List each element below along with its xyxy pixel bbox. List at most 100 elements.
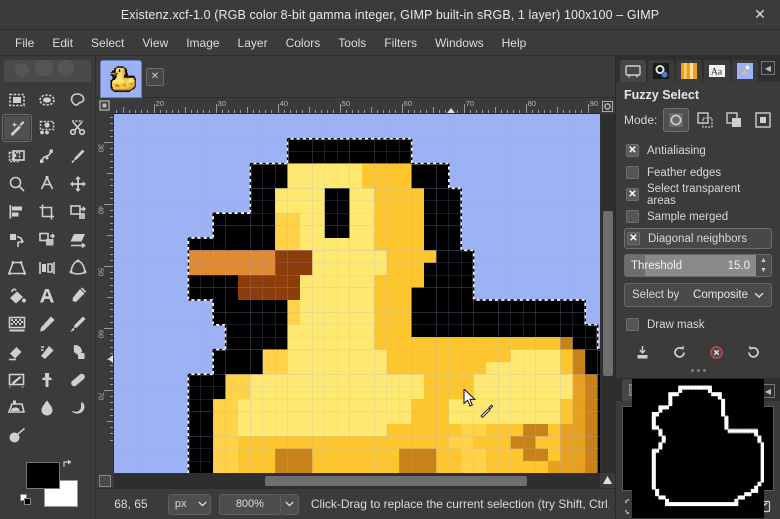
threshold-increment-icon[interactable]: ▲	[756, 255, 771, 266]
threshold-slider[interactable]: Threshold 15.0	[625, 255, 756, 276]
option-row-diagonal-neighbors[interactable]: ✕Diagonal neighbors	[624, 228, 772, 249]
option-row-antialiasing[interactable]: ✕Antialiasing	[624, 140, 772, 161]
paths-tool[interactable]	[32, 142, 62, 170]
checkbox-antialiasing[interactable]: ✕	[626, 144, 639, 157]
window-close-button[interactable]: ✕	[750, 5, 770, 25]
ruler-origin-button[interactable]	[96, 98, 114, 114]
gradients-tab[interactable]	[676, 60, 702, 82]
horizontal-scrollbar[interactable]	[114, 473, 600, 488]
menu-colors[interactable]: Colors	[277, 32, 330, 54]
mode-replace[interactable]	[663, 108, 689, 132]
mode-add[interactable]	[692, 108, 718, 132]
fuzzy-select-tool[interactable]	[2, 114, 32, 142]
flip-tool[interactable]	[32, 254, 62, 282]
select-by-color-tool[interactable]	[32, 114, 62, 142]
menu-layer[interactable]: Layer	[229, 32, 277, 54]
reset-tool-options-button[interactable]	[743, 341, 765, 363]
swap-colors-icon[interactable]	[62, 458, 74, 470]
perspective-clone-tool[interactable]	[2, 394, 32, 422]
menu-image[interactable]: Image	[177, 32, 228, 54]
checkbox-feather-edges[interactable]	[626, 166, 639, 179]
mode-subtract[interactable]	[721, 108, 747, 132]
threshold-stepper[interactable]: ▲ ▼	[756, 255, 771, 276]
quick-mask-toggle[interactable]	[96, 473, 114, 488]
unit-selector[interactable]: px	[168, 494, 211, 515]
option-row-sample-merged[interactable]: Sample merged	[624, 206, 772, 227]
image-canvas[interactable]	[114, 114, 600, 473]
transform-tool[interactable]	[63, 198, 93, 226]
document-history-tab[interactable]	[732, 60, 758, 82]
checkbox-diagonal-neighbors[interactable]: ✕	[627, 232, 640, 245]
foreground-color-swatch[interactable]	[26, 462, 60, 489]
draw-mask-row[interactable]: Draw mask	[624, 314, 772, 335]
ink-tool[interactable]	[63, 338, 93, 366]
image-tab-close-button[interactable]: ✕	[146, 68, 164, 86]
perspective-tool[interactable]	[2, 254, 32, 282]
threshold-decrement-icon[interactable]: ▼	[756, 266, 771, 277]
mypaint-brush-tool[interactable]	[2, 366, 32, 394]
airbrush-tool[interactable]	[32, 338, 62, 366]
vertical-scrollbar[interactable]	[600, 114, 615, 473]
bucket-fill-tool[interactable]	[2, 282, 32, 310]
option-row-feather-edges[interactable]: Feather edges	[624, 162, 772, 183]
foreground-select-tool[interactable]	[2, 142, 32, 170]
dither-tool[interactable]	[2, 310, 32, 338]
dock-menu-button[interactable]: ◀	[761, 61, 775, 75]
threshold-spinner[interactable]: Threshold 15.0 ▲ ▼	[624, 254, 772, 277]
horizontal-ruler[interactable]: 2030405060708090	[114, 98, 600, 114]
checkbox-select-transparent-areas[interactable]: ✕	[626, 188, 639, 201]
shear-tool[interactable]	[63, 226, 93, 254]
restore-tool-preset-button[interactable]	[669, 341, 691, 363]
mode-intersect[interactable]	[750, 108, 776, 132]
zoom-tool[interactable]	[2, 170, 32, 198]
paintbrush-tool[interactable]	[63, 310, 93, 338]
zoom-selector[interactable]: 800%	[219, 494, 281, 515]
select-by-dropdown[interactable]: Select by Composite	[624, 283, 772, 307]
zoom-dropdown-button[interactable]	[281, 494, 299, 515]
align-tool[interactable]	[2, 198, 32, 226]
image-tab-duck[interactable]	[100, 60, 142, 98]
cage-transform-tool[interactable]	[63, 254, 93, 282]
zoom-image-button[interactable]	[600, 98, 615, 114]
rotate-tool[interactable]	[2, 226, 32, 254]
text-tool[interactable]	[32, 282, 62, 310]
panel-resize-handle[interactable]	[624, 365, 772, 374]
free-select-tool[interactable]	[63, 86, 93, 114]
smudge-tool[interactable]	[63, 394, 93, 422]
crop-tool[interactable]	[32, 198, 62, 226]
menu-view[interactable]: View	[133, 32, 177, 54]
menu-tools[interactable]: Tools	[329, 32, 375, 54]
option-row-select-transparent-areas[interactable]: ✕Select transparent areas	[624, 184, 772, 205]
checkbox-sample-merged[interactable]	[626, 210, 639, 223]
menu-file[interactable]: File	[6, 32, 43, 54]
measure-tool[interactable]	[32, 170, 62, 198]
delete-tool-preset-button[interactable]	[706, 341, 728, 363]
pencil-tool[interactable]	[32, 310, 62, 338]
scale-tool[interactable]	[32, 226, 62, 254]
move-tool[interactable]	[63, 170, 93, 198]
blur-sharpen-tool[interactable]	[32, 394, 62, 422]
tool-options-tab[interactable]	[620, 60, 646, 82]
save-tool-preset-button[interactable]	[632, 341, 654, 363]
zoom-control[interactable]: 800%	[219, 494, 299, 515]
device-status-tab[interactable]	[648, 60, 674, 82]
vertical-ruler[interactable]: 3040506070	[96, 114, 114, 473]
ellipse-select-tool[interactable]	[32, 86, 62, 114]
menu-windows[interactable]: Windows	[426, 32, 493, 54]
menu-filters[interactable]: Filters	[375, 32, 426, 54]
fonts-tab[interactable]: Aa	[704, 60, 730, 82]
rect-select-tool[interactable]	[2, 86, 32, 114]
menu-help[interactable]: Help	[493, 32, 536, 54]
draw-mask-checkbox[interactable]	[626, 318, 639, 331]
navigation-button[interactable]	[600, 473, 615, 488]
dodge-burn-tool[interactable]	[2, 422, 32, 450]
clone-tool[interactable]	[32, 366, 62, 394]
gradient-tool[interactable]	[63, 282, 93, 310]
menu-select[interactable]: Select	[82, 32, 133, 54]
horizontal-scrollbar-thumb[interactable]	[265, 476, 527, 486]
eraser-tool[interactable]	[2, 338, 32, 366]
color-picker-tool[interactable]	[63, 142, 93, 170]
reset-colors-icon[interactable]	[20, 494, 33, 507]
menu-edit[interactable]: Edit	[43, 32, 82, 54]
scissors-select-tool[interactable]	[63, 114, 93, 142]
